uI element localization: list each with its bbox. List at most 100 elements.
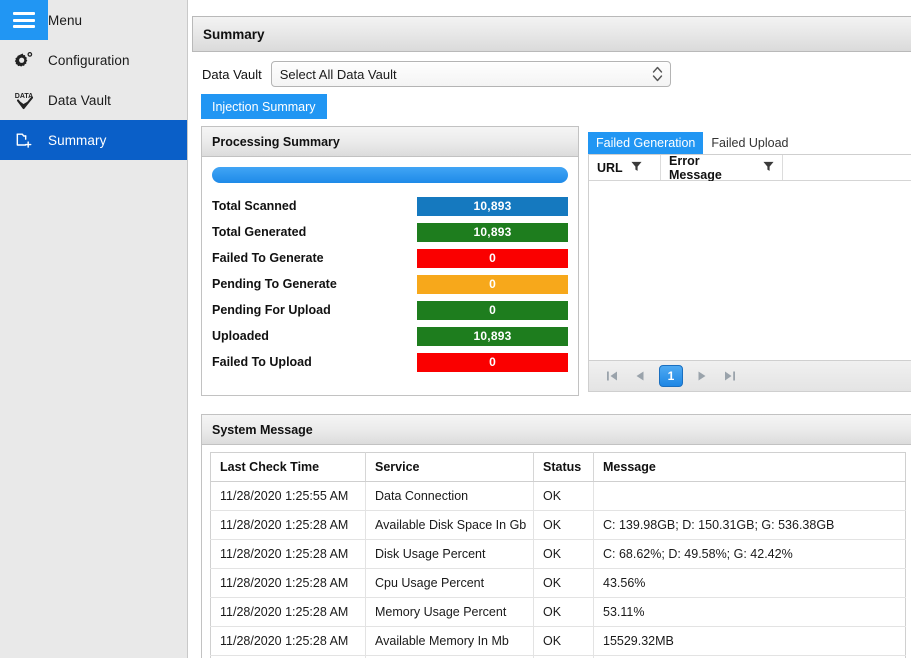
table-cell: 11/28/2020 1:25:55 AM: [210, 481, 366, 511]
table-cell: Available Disk Space In Gb: [365, 510, 534, 540]
table-cell: OK: [533, 626, 594, 656]
table-cell: OK: [533, 481, 594, 511]
column-header[interactable]: Message: [593, 452, 906, 482]
column-header[interactable]: Status: [533, 452, 594, 482]
page-header: Summary: [192, 16, 911, 52]
column-header[interactable]: Service: [365, 452, 534, 482]
table-header-row: Last Check Time Service Status Message: [210, 452, 906, 482]
system-message-panel: System Message Last Check Time Service Sta…: [201, 414, 911, 658]
table-cell: 43.56%: [593, 568, 906, 598]
table-cell: C: 68.62%; D: 49.58%; G: 42.42%: [593, 539, 906, 569]
stat-label: Uploaded: [212, 329, 269, 343]
table-cell: 11/28/2020 1:25:28 AM: [210, 510, 366, 540]
table-row[interactable]: 11/28/2020 1:25:55 AM Data Connection OK: [210, 481, 906, 511]
sidebar: Menu Configuration DATA Data Vault Summa…: [0, 0, 188, 658]
table-row[interactable]: 11/28/2020 1:25:28 AM Cpu Usage Percent OK…: [210, 568, 906, 598]
table-row[interactable]: 11/28/2020 1:25:28 AM Available Memory In…: [210, 626, 906, 656]
table-cell: OK: [533, 510, 594, 540]
stat-label: Failed To Upload: [212, 355, 312, 369]
stat-value: 0: [417, 300, 568, 320]
tab-failed-generation[interactable]: Failed Generation: [588, 132, 704, 154]
stat-row: Total Generated 10,893: [212, 219, 568, 245]
stat-label: Total Generated: [212, 225, 307, 239]
column-header-url-label: URL: [597, 160, 623, 175]
processing-summary-panel: Processing Summary Total Scanned 10,893 To…: [201, 126, 579, 396]
sidebar-item-summary[interactable]: Summary: [0, 120, 187, 160]
folder-plus-icon: [0, 120, 48, 160]
table-cell: Memory Usage Percent: [365, 597, 534, 627]
tab-failed-upload[interactable]: Failed Upload: [703, 132, 796, 154]
stat-label: Pending For Upload: [212, 303, 331, 317]
prev-page-icon[interactable]: [631, 367, 649, 385]
table-cell: 15529.32MB: [593, 626, 906, 656]
processing-summary-title: Processing Summary: [202, 127, 578, 157]
chevron-updown-icon[interactable]: [652, 66, 663, 83]
data-check-icon: DATA: [0, 80, 48, 120]
stat-value: 10,893: [417, 222, 568, 242]
table-cell: 11/28/2020 1:25:28 AM: [210, 568, 366, 598]
table-row[interactable]: 11/28/2020 1:25:28 AM Disk Usage Percent O…: [210, 539, 906, 569]
last-page-icon[interactable]: [721, 367, 739, 385]
sidebar-item-label-configuration: Configuration: [48, 52, 130, 68]
stat-value: 0: [417, 352, 568, 372]
funnel-icon[interactable]: [763, 161, 774, 175]
system-message-body: Last Check Time Service Status Message 11/2…: [202, 445, 911, 658]
system-message-table-head: Last Check Time Service Status Message: [210, 452, 906, 482]
column-header-url[interactable]: URL: [589, 155, 661, 180]
progress-bar: [212, 167, 568, 183]
stat-label: Pending To Generate: [212, 277, 337, 291]
table-cell: 11/28/2020 1:25:28 AM: [210, 539, 366, 569]
failed-panel: Failed Generation Failed Upload URL Erro…: [588, 132, 911, 404]
next-page-icon[interactable]: [693, 367, 711, 385]
table-cell: OK: [533, 539, 594, 569]
gear-icon: [0, 40, 48, 80]
stat-label: Failed To Generate: [212, 251, 324, 265]
failed-grid: URL Error Message: [588, 154, 911, 360]
system-message-title: System Message: [202, 415, 911, 445]
hamburger-icon[interactable]: [0, 0, 48, 40]
content-area: Processing Summary Total Scanned 10,893 To…: [192, 126, 911, 658]
data-vault-selected-value: Select All Data Vault: [279, 66, 397, 82]
page-number-1[interactable]: 1: [659, 365, 683, 387]
main-content: Summary Data Vault Select All Data Vault: [188, 0, 911, 658]
sidebar-item-menu[interactable]: Menu: [0, 0, 187, 40]
sidebar-item-data-vault[interactable]: DATA Data Vault: [0, 80, 187, 120]
stat-label: Total Scanned: [212, 199, 297, 213]
system-message-table: Last Check Time Service Status Message 11/2…: [210, 452, 906, 658]
data-vault-label: Data Vault: [202, 66, 262, 82]
stat-value: 10,893: [417, 196, 568, 216]
stat-value: 0: [417, 248, 568, 268]
tab-injection-summary[interactable]: Injection Summary: [201, 94, 327, 119]
stat-row: Failed To Upload 0: [212, 349, 568, 375]
tab-strip: Injection Summary: [192, 94, 911, 119]
table-cell: 53.11%: [593, 597, 906, 627]
table-cell: 11/28/2020 1:25:28 AM: [210, 597, 366, 627]
stat-row: Uploaded 10,893: [212, 323, 568, 349]
funnel-icon[interactable]: [631, 161, 642, 175]
failed-grid-header: URL Error Message: [589, 153, 911, 182]
column-header[interactable]: Last Check Time: [210, 452, 366, 482]
sidebar-item-label-summary: Summary: [48, 132, 107, 148]
column-header-error-message[interactable]: Error Message: [661, 153, 783, 182]
stat-row: Pending To Generate 0: [212, 271, 568, 297]
table-row[interactable]: 11/28/2020 1:25:28 AM Available Disk Spac…: [210, 510, 906, 540]
stat-value: 0: [417, 274, 568, 294]
stat-row: Failed To Generate 0: [212, 245, 568, 271]
data-vault-row: Data Vault Select All Data Vault: [192, 56, 911, 92]
tab-failed-upload-label: Failed Upload: [711, 136, 789, 150]
tab-failed-generation-label: Failed Generation: [596, 136, 696, 150]
failed-grid-pager: 1: [588, 360, 911, 392]
first-page-icon[interactable]: [603, 367, 621, 385]
table-cell: OK: [533, 568, 594, 598]
failed-panel-tabs: Failed Generation Failed Upload: [588, 132, 911, 154]
sidebar-item-label-data-vault: Data Vault: [48, 92, 112, 108]
column-header-error-message-label: Error Message: [669, 153, 722, 182]
system-message-table-body: 11/28/2020 1:25:55 AM Data Connection OK 11…: [210, 481, 906, 658]
data-vault-select[interactable]: Select All Data Vault: [270, 61, 671, 87]
table-cell: Data Connection: [365, 481, 534, 511]
table-row[interactable]: 11/28/2020 1:25:28 AM Memory Usage Percen…: [210, 597, 906, 627]
tab-injection-summary-label: Injection Summary: [212, 99, 316, 114]
sidebar-item-configuration[interactable]: Configuration: [0, 40, 187, 80]
application-window: Menu Configuration DATA Data Vault Summa…: [0, 0, 911, 658]
processing-summary-body: Total Scanned 10,893 Total Generated 10,893…: [202, 157, 578, 383]
